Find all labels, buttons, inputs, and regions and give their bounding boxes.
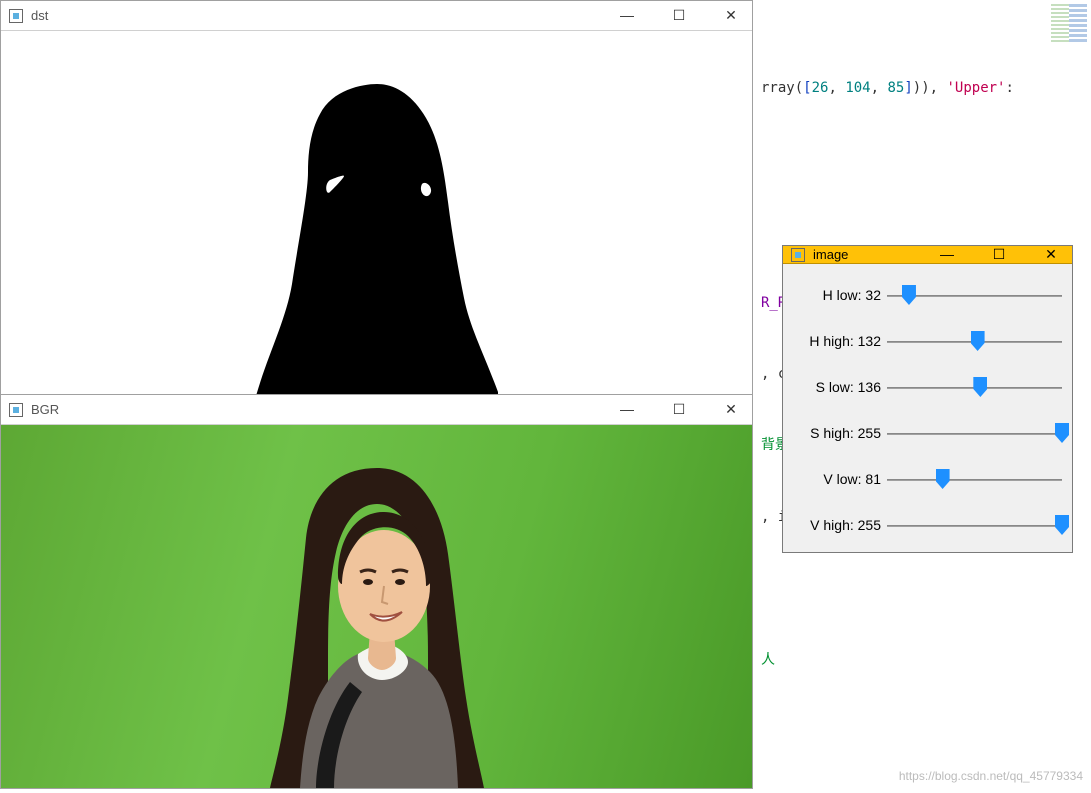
minimize-button[interactable]: — — [612, 401, 642, 418]
code-line: rray([26, 104, 85])), 'Upper': — [761, 77, 1083, 101]
minimap-icon — [1051, 2, 1087, 42]
window-title: image — [813, 247, 932, 262]
close-button[interactable]: ✕ — [716, 401, 746, 418]
maximize-button[interactable]: ☐ — [664, 401, 694, 418]
trackbar-label: S high: 255 — [789, 425, 887, 441]
slider-thumb-icon[interactable] — [971, 331, 985, 351]
watermark-text: https://blog.csdn.net/qq_45779334 — [899, 769, 1083, 783]
slider-thumb-icon[interactable] — [902, 285, 916, 305]
window-dst: dst — ☐ ✕ — [0, 0, 753, 395]
window-title: BGR — [31, 402, 612, 417]
maximize-button[interactable]: ☐ — [664, 7, 694, 24]
trackbar-slider[interactable] — [887, 469, 1062, 489]
mask-silhouette — [212, 84, 542, 394]
person-figure — [222, 458, 532, 788]
code-line: 人 — [761, 649, 1083, 673]
window-bgr: BGR — ☐ ✕ — [0, 394, 753, 789]
trackbar-h-low: H low: 32 — [789, 272, 1062, 318]
trackbar-s-low: S low: 136 — [789, 364, 1062, 410]
trackbar-label: H high: 132 — [789, 333, 887, 349]
app-icon — [9, 9, 23, 23]
trackbar-h-high: H high: 132 — [789, 318, 1062, 364]
minimize-button[interactable]: — — [612, 7, 642, 24]
trackbar-slider[interactable] — [887, 285, 1062, 305]
window-title: dst — [31, 8, 612, 23]
close-button[interactable]: ✕ — [1036, 246, 1066, 263]
slider-thumb-icon[interactable] — [973, 377, 987, 397]
window-image-trackbars: image — ☐ ✕ H low: 32 H high: 132 S low:… — [782, 245, 1073, 553]
maximize-button[interactable]: ☐ — [984, 246, 1014, 263]
trackbar-label: H low: 32 — [789, 287, 887, 303]
dst-image-canvas — [1, 31, 752, 394]
trackbar-slider[interactable] — [887, 377, 1062, 397]
bgr-image-canvas — [1, 425, 752, 788]
slider-thumb-icon[interactable] — [1055, 515, 1069, 535]
titlebar-bgr[interactable]: BGR — ☐ ✕ — [1, 395, 752, 425]
trackbar-s-high: S high: 255 — [789, 410, 1062, 456]
minimize-button[interactable]: — — [932, 246, 962, 263]
trackbar-label: V high: 255 — [789, 517, 887, 533]
trackbar-label: V low: 81 — [789, 471, 887, 487]
trackbar-label: S low: 136 — [789, 379, 887, 395]
trackbar-slider[interactable] — [887, 423, 1062, 443]
titlebar-image[interactable]: image — ☐ ✕ — [783, 246, 1072, 264]
trackbar-v-low: V low: 81 — [789, 456, 1062, 502]
slider-thumb-icon[interactable] — [1055, 423, 1069, 443]
trackbar-slider[interactable] — [887, 515, 1062, 535]
trackbar-slider[interactable] — [887, 331, 1062, 351]
trackbar-panel: H low: 32 H high: 132 S low: 136 S high:… — [783, 264, 1072, 552]
slider-thumb-icon[interactable] — [936, 469, 950, 489]
app-icon — [791, 248, 805, 262]
app-icon — [9, 403, 23, 417]
trackbar-v-high: V high: 255 — [789, 502, 1062, 548]
close-button[interactable]: ✕ — [716, 7, 746, 24]
titlebar-dst[interactable]: dst — ☐ ✕ — [1, 1, 752, 31]
